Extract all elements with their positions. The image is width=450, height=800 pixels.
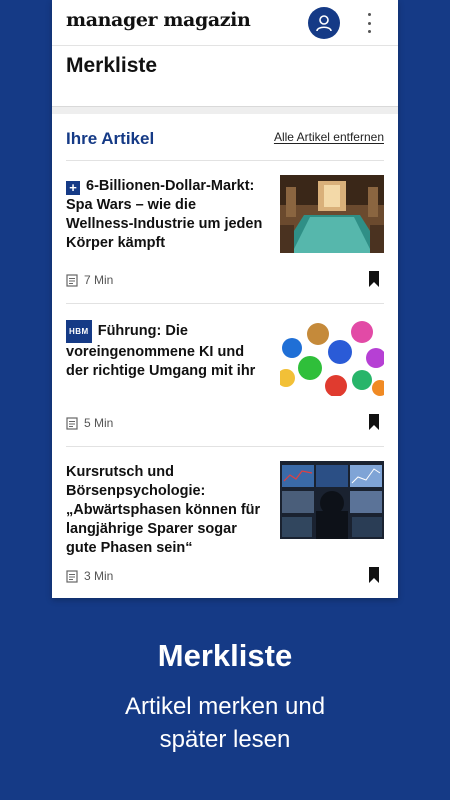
bookmark-icon[interactable] — [368, 271, 380, 287]
spa-pool-image[interactable] — [280, 175, 384, 253]
document-icon — [66, 273, 78, 287]
remove-all-button[interactable]: Alle Artikel entfernen — [274, 130, 384, 144]
section-header: Ihre Artikel Alle Artikel entfernen — [66, 114, 384, 161]
app-logo[interactable]: manager magazin — [66, 9, 251, 31]
article-title-text: 6-Billionen-Dollar-Markt: Spa Wars – wie… — [66, 178, 263, 251]
bookmark-icon[interactable] — [368, 567, 380, 583]
document-icon — [66, 416, 78, 430]
read-time: 7 Min — [66, 273, 113, 287]
article-title-text: Kursrutsch und Börsenpsychologie: „Abwär… — [66, 464, 261, 556]
top-bar: manager magazin — [52, 0, 398, 46]
colorful-heads-image[interactable] — [280, 318, 384, 396]
user-icon — [316, 15, 332, 32]
document-icon — [66, 569, 78, 583]
read-time: 5 Min — [66, 416, 113, 430]
article-title[interactable]: Kursrutsch und Börsenpsychologie: „Abwär… — [66, 463, 264, 558]
section-title: Ihre Artikel — [66, 129, 155, 148]
article-title-text: Führung: Die voreingenommene KI und der … — [66, 323, 256, 379]
page-title: Merkliste — [66, 54, 158, 77]
promo-subtitle: Artikel merken und später lesen — [0, 690, 450, 756]
trading-screens-image[interactable] — [280, 461, 384, 539]
article-item[interactable]: HBM Führung: Die voreingenommene KI und d… — [66, 304, 384, 447]
promo-subtitle-line: Artikel merken und — [124, 693, 326, 720]
bookmark-icon[interactable] — [368, 414, 380, 430]
article-item[interactable]: Kursrutsch und Börsenpsychologie: „Abwär… — [66, 447, 384, 598]
read-time-label: 7 Min — [84, 273, 114, 287]
read-time: 3 Min — [66, 569, 113, 583]
read-time-label: 5 Min — [84, 416, 114, 430]
more-options-icon[interactable] — [366, 13, 372, 33]
article-item[interactable]: +6-Billionen-Dollar-Markt: Spa Wars – wi… — [66, 161, 384, 304]
app-screen: manager magazin Merkliste Ihre Artikel A… — [52, 0, 398, 598]
page-header: Merkliste — [52, 46, 398, 106]
hbm-badge-icon: HBM — [66, 320, 92, 343]
account-button[interactable] — [308, 7, 340, 39]
read-time-label: 3 Min — [84, 569, 114, 583]
plus-badge-icon: + — [66, 181, 80, 195]
article-title[interactable]: +6-Billionen-Dollar-Markt: Spa Wars – wi… — [66, 177, 264, 253]
article-title[interactable]: HBM Führung: Die voreingenommene KI und d… — [66, 320, 264, 381]
divider — [52, 106, 398, 114]
promo-title: Merkliste — [157, 638, 293, 673]
promo-subtitle-line: später lesen — [159, 726, 291, 753]
